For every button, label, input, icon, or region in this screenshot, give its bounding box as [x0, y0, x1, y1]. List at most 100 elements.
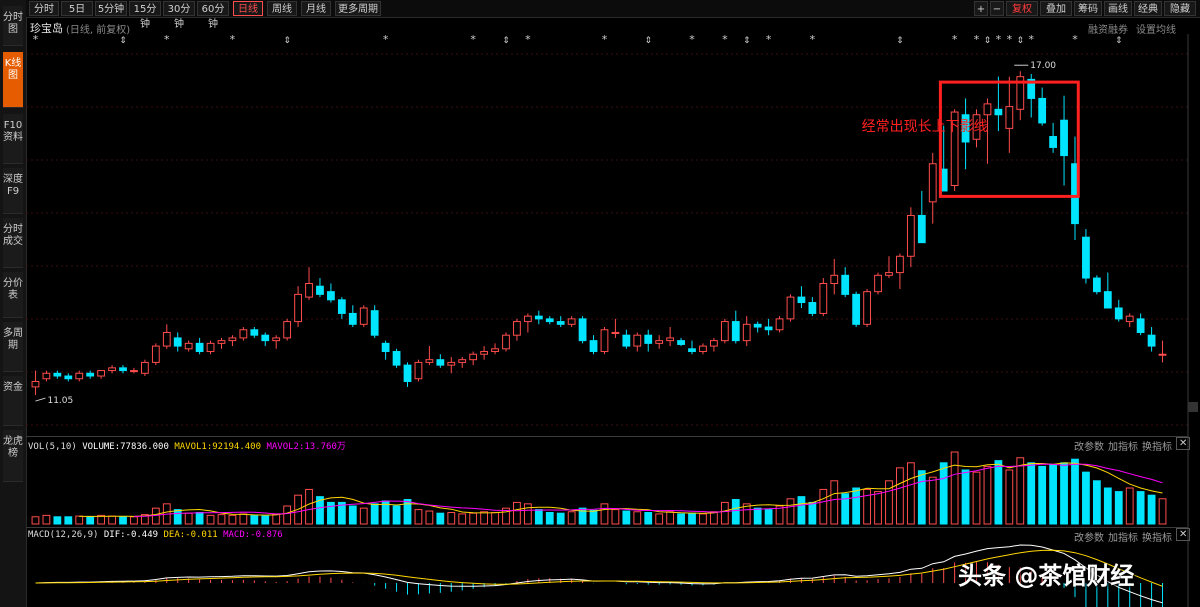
candle-body — [688, 348, 696, 353]
candle-body — [1038, 97, 1047, 124]
event-marker: * — [230, 33, 236, 46]
volume-bar — [731, 499, 740, 525]
macd-change-params[interactable]: 改参数 — [1074, 529, 1104, 544]
candle-body — [786, 296, 795, 320]
volume-bar — [250, 514, 259, 525]
divider-macd — [26, 527, 1188, 528]
candle-body — [1103, 291, 1112, 309]
candle-body — [151, 345, 160, 363]
event-marker: ⇕ — [119, 36, 127, 46]
candle-body — [644, 334, 653, 344]
volume-bar — [513, 501, 521, 525]
candle-body — [983, 103, 992, 116]
candle-body — [1005, 106, 1014, 129]
volume-bar — [1071, 458, 1079, 525]
candle-body — [184, 342, 193, 350]
volume-bar — [184, 512, 193, 525]
volume-bar — [961, 469, 970, 525]
candle-body — [392, 351, 401, 366]
candle-body — [611, 331, 620, 334]
volume-bar — [710, 511, 718, 525]
volume-bar — [491, 511, 499, 525]
volume-bar — [1027, 462, 1036, 525]
candle-body — [523, 315, 532, 323]
volume-bar — [195, 511, 204, 525]
candle-body — [86, 372, 95, 377]
candle-body — [1114, 307, 1123, 320]
volume-bar — [151, 507, 160, 525]
candle-body — [141, 361, 149, 374]
candle-body — [162, 331, 171, 347]
candle-body — [206, 342, 215, 353]
candle-body — [578, 318, 587, 342]
volume-bar — [600, 503, 609, 525]
volume-bar — [1158, 498, 1167, 525]
macd-value: MACD:-0.876 — [223, 530, 283, 540]
candle-body — [425, 359, 434, 363]
candle-body — [403, 364, 412, 382]
watermark: 头条 @茶馆财经 — [958, 562, 1135, 590]
volume-bar — [130, 516, 138, 525]
scrollbar-handle[interactable] — [1188, 402, 1198, 412]
volume-bar — [239, 513, 248, 525]
candle-body — [797, 296, 806, 304]
volume-bar — [108, 515, 116, 525]
candle-body — [348, 312, 357, 325]
event-marker: ⇕ — [644, 36, 652, 46]
volume-bar — [1114, 491, 1123, 525]
close-icon[interactable]: ✕ — [1176, 437, 1191, 450]
candle-body — [830, 274, 839, 284]
event-marker: * — [1072, 33, 1078, 46]
volume-bar — [1092, 480, 1101, 525]
volume-bar — [830, 480, 839, 525]
candle-body — [337, 299, 346, 314]
candle-body — [1060, 119, 1068, 157]
vol-add-indicator[interactable]: 加指标 — [1108, 438, 1138, 453]
volume-bar — [688, 512, 696, 525]
volume-bar — [173, 509, 182, 525]
vol-mavol2: MAVOL2:13.760万 — [266, 442, 346, 452]
event-marker: * — [1028, 33, 1034, 46]
volume-bar — [1038, 465, 1047, 525]
event-marker: * — [164, 33, 170, 46]
candle-body — [1125, 315, 1134, 323]
volume-bar — [53, 516, 62, 525]
volume-bar — [852, 487, 861, 525]
volume-bar — [403, 499, 412, 525]
macd-add-indicator[interactable]: 加指标 — [1108, 529, 1138, 544]
event-marker: * — [602, 33, 608, 46]
candle-body — [655, 340, 664, 344]
close-icon[interactable]: ✕ — [1176, 528, 1191, 541]
macd-switch-indicator[interactable]: 换指标 — [1142, 529, 1172, 544]
candle-body — [753, 323, 762, 328]
candle-body — [64, 375, 73, 380]
event-marker: * — [525, 33, 531, 46]
event-marker: ⇕ — [743, 36, 751, 46]
candle-body — [677, 340, 685, 345]
volume-bar — [972, 471, 981, 525]
volume-bar — [545, 511, 554, 525]
vol-switch-indicator[interactable]: 换指标 — [1142, 438, 1172, 453]
vol-change-params[interactable]: 改参数 — [1074, 438, 1104, 453]
candle-body — [896, 255, 904, 274]
volume-bar — [896, 467, 904, 525]
candle-body — [775, 318, 784, 331]
candle-body — [863, 291, 871, 325]
event-marker: ⇕ — [984, 36, 992, 46]
event-marker: ⇕ — [1115, 36, 1123, 46]
candle-body — [699, 345, 707, 353]
volume-bar — [447, 511, 456, 525]
volume-bar — [425, 510, 434, 525]
event-marker: * — [470, 33, 476, 46]
candle-body — [567, 318, 576, 325]
volume-bar — [556, 512, 565, 525]
volume-bar — [753, 507, 762, 525]
candle-body — [491, 348, 499, 353]
volume-bar — [75, 515, 84, 525]
candle-body — [480, 351, 488, 355]
volume-bar — [611, 509, 620, 525]
volume-bar — [283, 505, 292, 525]
volume-bar — [1125, 487, 1134, 525]
candle-body — [852, 293, 861, 325]
candle-body — [917, 214, 926, 244]
